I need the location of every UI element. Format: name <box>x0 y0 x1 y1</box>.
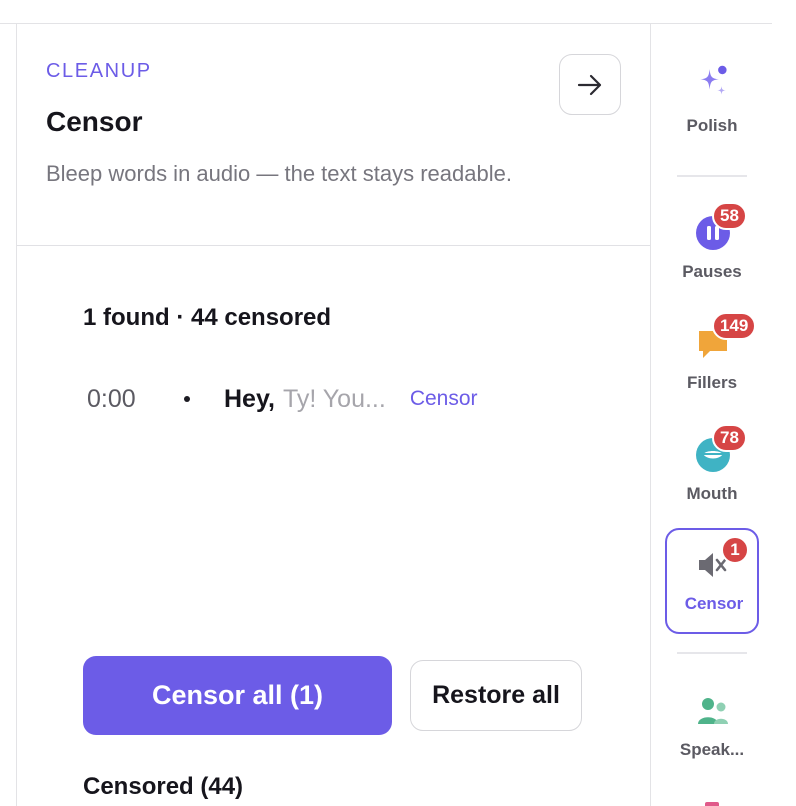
rail-separator <box>677 652 747 654</box>
context-text: Ty! You... <box>282 384 386 413</box>
next-tool-icon <box>705 802 719 806</box>
tool-speakers[interactable]: Speak... <box>665 692 759 762</box>
tool-label-polish: Polish <box>686 116 738 135</box>
censored-section-title: Censored (44) <box>83 773 244 800</box>
restore-all-button[interactable]: Restore all <box>410 660 582 731</box>
panel-header: CLEANUP Censor Bleep words in audio — th… <box>17 24 650 246</box>
tool-censor[interactable]: 1 Censor <box>665 528 759 634</box>
mouth-count-badge: 78 <box>712 424 747 452</box>
tools-rail: Polish 58 Pauses 149 Fillers 78 Mouth 1 … <box>650 24 772 806</box>
arrow-right-icon <box>577 74 602 95</box>
result-row[interactable]: 0:00 Hey, Ty! You... Censor <box>87 379 478 419</box>
fillers-count-badge: 149 <box>712 312 757 340</box>
flagged-word: Hey, <box>224 384 275 413</box>
censor-all-button[interactable]: Censor all (1) <box>83 656 392 735</box>
bullet-dot <box>184 396 190 402</box>
tool-label-fillers: Fillers <box>686 373 738 392</box>
censor-count-badge: 1 <box>721 536 749 564</box>
tool-label-mouth: Mouth <box>686 484 738 503</box>
panel-title: Censor <box>46 106 143 137</box>
panel-description: Bleep words in audio — the text stays re… <box>46 161 512 186</box>
tool-mouth[interactable]: 78 Mouth <box>665 424 759 504</box>
result-timestamp[interactable]: 0:00 <box>87 385 163 414</box>
sparkle-icon <box>700 65 727 95</box>
tool-label-censor: Censor <box>684 594 744 613</box>
people-icon <box>698 698 728 724</box>
tool-label-pauses: Pauses <box>682 262 742 281</box>
rail-separator <box>677 175 747 177</box>
tool-pauses[interactable]: 58 Pauses <box>665 202 759 282</box>
censor-panel: CLEANUP Censor Bleep words in audio — th… <box>17 24 650 806</box>
pauses-count-badge: 58 <box>712 202 747 230</box>
panel-eyebrow: CLEANUP <box>46 60 152 82</box>
tool-label-speakers: Speak... <box>679 740 745 759</box>
top-bar <box>0 0 772 24</box>
results-summary: 1 found · 44 censored <box>83 304 332 331</box>
censor-word-button[interactable]: Censor <box>410 387 478 411</box>
tool-polish[interactable]: Polish <box>665 62 759 142</box>
tool-fillers[interactable]: 149 Fillers <box>665 312 759 393</box>
open-panel-button[interactable] <box>559 54 621 115</box>
